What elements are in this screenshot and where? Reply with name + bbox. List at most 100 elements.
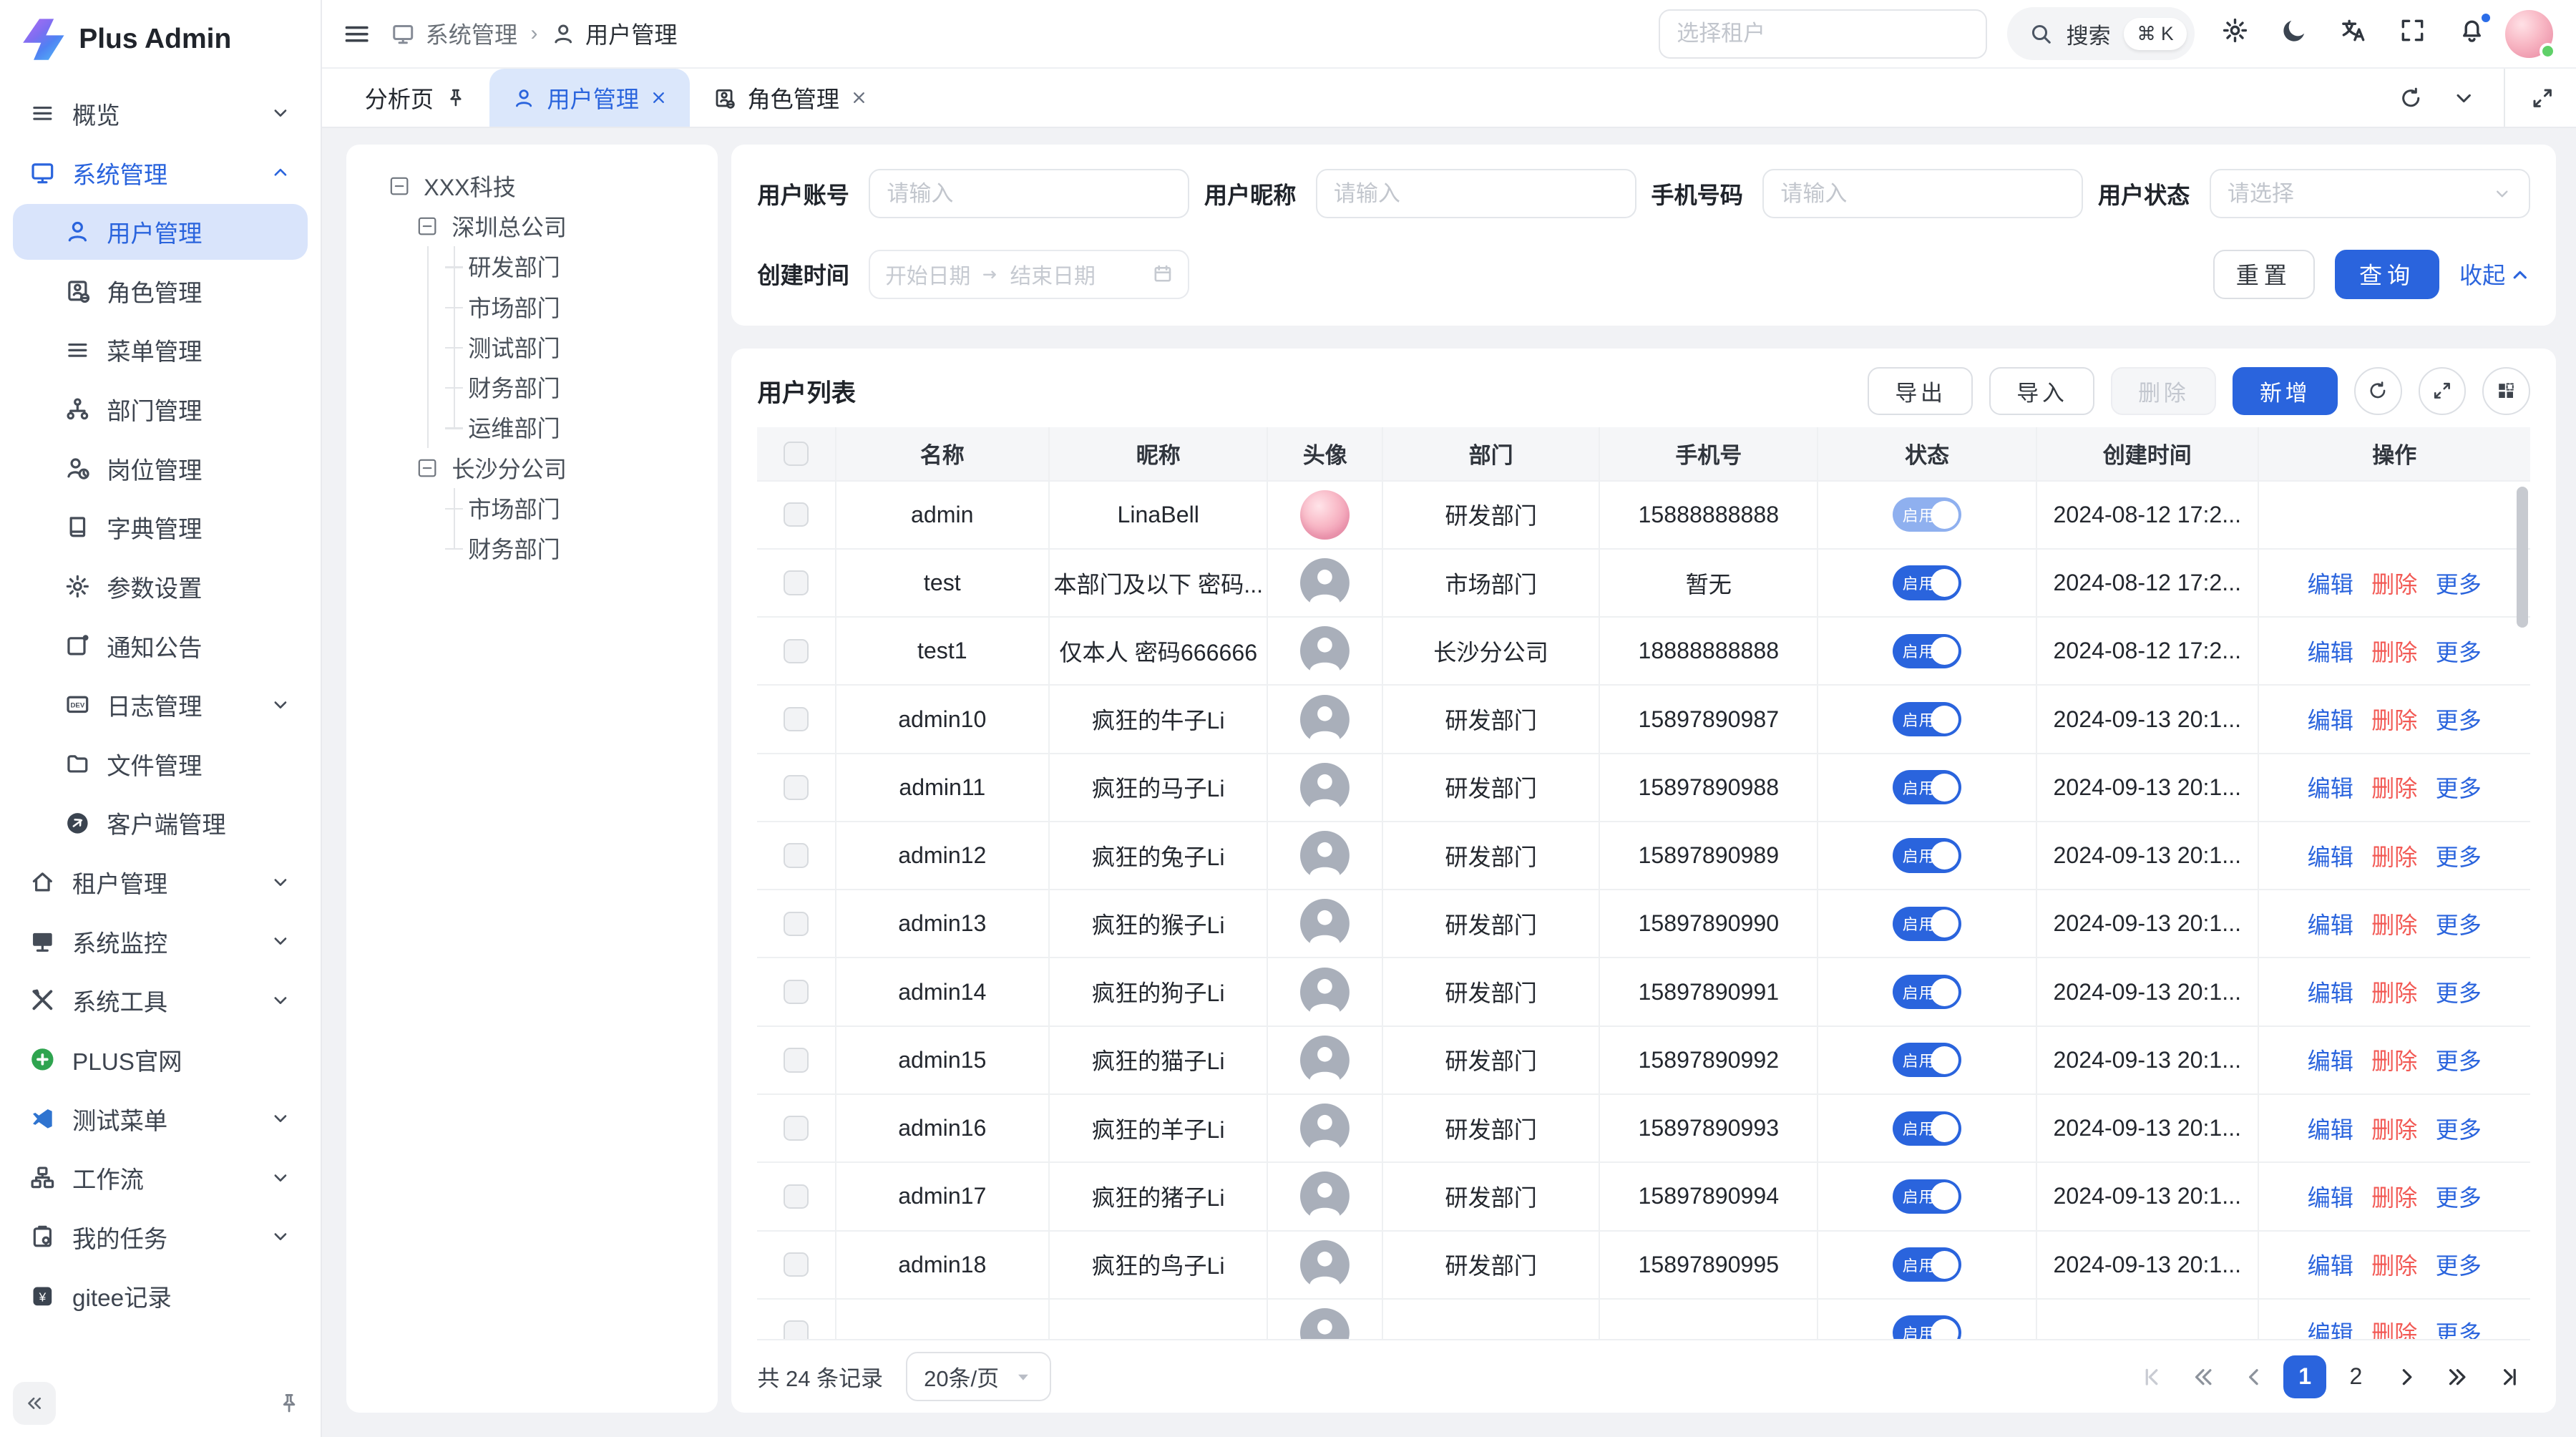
- more-link[interactable]: 更多: [2436, 907, 2482, 940]
- sidebar-item[interactable]: 字典管理: [13, 500, 307, 555]
- sidebar-item[interactable]: 概览: [13, 85, 307, 141]
- delete-link[interactable]: 删除: [2371, 1316, 2417, 1339]
- row-checkbox[interactable]: [784, 1320, 808, 1339]
- status-toggle[interactable]: 启用: [1893, 1111, 1961, 1146]
- sidebar-item[interactable]: 系统管理: [13, 145, 307, 200]
- sidebar-item[interactable]: DEV 日志管理: [13, 677, 307, 733]
- status-toggle[interactable]: 启用: [1893, 907, 1961, 941]
- sidebar-item[interactable]: 部门管理: [13, 381, 307, 437]
- more-link[interactable]: 更多: [2436, 839, 2482, 872]
- edit-link[interactable]: 编辑: [2308, 1112, 2353, 1145]
- row-checkbox[interactable]: [784, 1252, 808, 1277]
- filter-input[interactable]: [1762, 169, 2083, 218]
- pin-icon[interactable]: [445, 87, 467, 109]
- edit-link[interactable]: 编辑: [2308, 703, 2353, 736]
- edit-link[interactable]: 编辑: [2308, 907, 2353, 940]
- status-toggle[interactable]: 启用: [1893, 1247, 1961, 1282]
- sidebar-item[interactable]: 角色管理: [13, 263, 307, 318]
- chevron-down-icon[interactable]: [2451, 86, 2476, 110]
- more-link[interactable]: 更多: [2436, 567, 2482, 600]
- tree-node[interactable]: 深圳总公司: [360, 206, 705, 246]
- status-toggle[interactable]: 启用: [1893, 565, 1961, 600]
- delete-link[interactable]: 删除: [2371, 703, 2417, 736]
- status-toggle[interactable]: 启用: [1893, 497, 1961, 532]
- add-button[interactable]: 新增: [2233, 367, 2338, 415]
- row-checkbox[interactable]: [784, 775, 808, 799]
- delete-link[interactable]: 删除: [2371, 907, 2417, 940]
- date-range-input[interactable]: 开始日期 结束日期: [869, 250, 1189, 299]
- delete-link[interactable]: 删除: [2371, 635, 2417, 668]
- pager-button[interactable]: 1: [2283, 1355, 2326, 1398]
- sidebar-item[interactable]: 用户管理: [13, 204, 307, 260]
- expand-icon[interactable]: [2504, 69, 2555, 127]
- sidebar-item[interactable]: 通知公告: [13, 618, 307, 673]
- status-toggle[interactable]: 启用: [1893, 1043, 1961, 1077]
- edit-link[interactable]: 编辑: [2308, 839, 2353, 872]
- delete-link[interactable]: 删除: [2371, 1043, 2417, 1076]
- more-link[interactable]: 更多: [2436, 1043, 2482, 1076]
- tree-node[interactable]: 长沙分公司: [360, 448, 705, 488]
- edit-link[interactable]: 编辑: [2308, 1180, 2353, 1213]
- sidebar-collapse-button[interactable]: [13, 1382, 56, 1425]
- sidebar-item[interactable]: 客户端管理: [13, 795, 307, 851]
- edit-link[interactable]: 编辑: [2308, 567, 2353, 600]
- more-link[interactable]: 更多: [2436, 1180, 2482, 1213]
- row-checkbox[interactable]: [784, 1116, 808, 1140]
- edit-link[interactable]: 编辑: [2308, 1248, 2353, 1281]
- row-checkbox[interactable]: [784, 639, 808, 663]
- sidebar-item[interactable]: 工作流: [13, 1150, 307, 1206]
- filter-input[interactable]: [1316, 169, 1636, 218]
- refresh-icon[interactable]: [2399, 86, 2423, 110]
- filter-input[interactable]: [869, 169, 1189, 218]
- status-toggle[interactable]: 启用: [1893, 1315, 1961, 1339]
- sidebar-item[interactable]: 租户管理: [13, 854, 307, 910]
- filter-input[interactable]: [2210, 169, 2530, 218]
- tab[interactable]: 用户管理: [489, 69, 690, 127]
- collapse-box-icon[interactable]: [416, 215, 439, 238]
- table-scrollbar[interactable]: [2517, 487, 2528, 628]
- tree-node[interactable]: 财务部门: [360, 367, 705, 407]
- tab[interactable]: 分析页: [342, 69, 490, 127]
- pager-button[interactable]: [2487, 1355, 2530, 1398]
- tree-node[interactable]: 运维部门: [360, 407, 705, 447]
- pager-button[interactable]: [2233, 1355, 2275, 1398]
- export-button[interactable]: 导出: [1868, 367, 1973, 415]
- delete-link[interactable]: 删除: [2371, 975, 2417, 1008]
- sidebar-item[interactable]: 测试菜单: [13, 1091, 307, 1146]
- pager-button[interactable]: [2131, 1355, 2174, 1398]
- sidebar-item[interactable]: 文件管理: [13, 736, 307, 791]
- import-button[interactable]: 导入: [1989, 367, 2094, 415]
- row-checkbox[interactable]: [784, 843, 808, 867]
- sidebar-item[interactable]: 岗位管理: [13, 440, 307, 496]
- status-toggle[interactable]: 启用: [1893, 975, 1961, 1009]
- delete-button[interactable]: 删除: [2111, 367, 2216, 415]
- sidebar-item[interactable]: 参数设置: [13, 558, 307, 614]
- tree-node[interactable]: 研发部门: [360, 246, 705, 286]
- close-icon[interactable]: [650, 89, 667, 106]
- row-checkbox[interactable]: [784, 1184, 808, 1209]
- tree-node[interactable]: 测试部门: [360, 327, 705, 367]
- tab[interactable]: 角色管理: [690, 69, 890, 127]
- select-all-checkbox[interactable]: [784, 442, 808, 466]
- sidebar-item[interactable]: 系统工具: [13, 973, 307, 1028]
- delete-link[interactable]: 删除: [2371, 839, 2417, 872]
- tenant-select-input[interactable]: [1659, 9, 1987, 59]
- tree-node[interactable]: 财务部门: [360, 528, 705, 568]
- status-toggle[interactable]: 启用: [1893, 770, 1961, 804]
- status-toggle[interactable]: 启用: [1893, 634, 1961, 668]
- status-toggle[interactable]: 启用: [1893, 702, 1961, 736]
- breadcrumb-item[interactable]: 系统管理: [391, 17, 517, 50]
- pin-icon[interactable]: [278, 1392, 301, 1415]
- more-link[interactable]: 更多: [2436, 771, 2482, 804]
- global-search[interactable]: 搜索 ⌘ K: [2007, 7, 2195, 59]
- more-link[interactable]: 更多: [2436, 703, 2482, 736]
- more-link[interactable]: 更多: [2436, 975, 2482, 1008]
- sidebar-item[interactable]: 系统监控: [13, 913, 307, 969]
- row-checkbox[interactable]: [784, 1048, 808, 1072]
- row-checkbox[interactable]: [784, 980, 808, 1004]
- edit-link[interactable]: 编辑: [2308, 635, 2353, 668]
- page-size-select[interactable]: 20条/页: [906, 1352, 1051, 1401]
- delete-link[interactable]: 删除: [2371, 771, 2417, 804]
- status-toggle[interactable]: 启用: [1893, 838, 1961, 872]
- delete-link[interactable]: 删除: [2371, 567, 2417, 600]
